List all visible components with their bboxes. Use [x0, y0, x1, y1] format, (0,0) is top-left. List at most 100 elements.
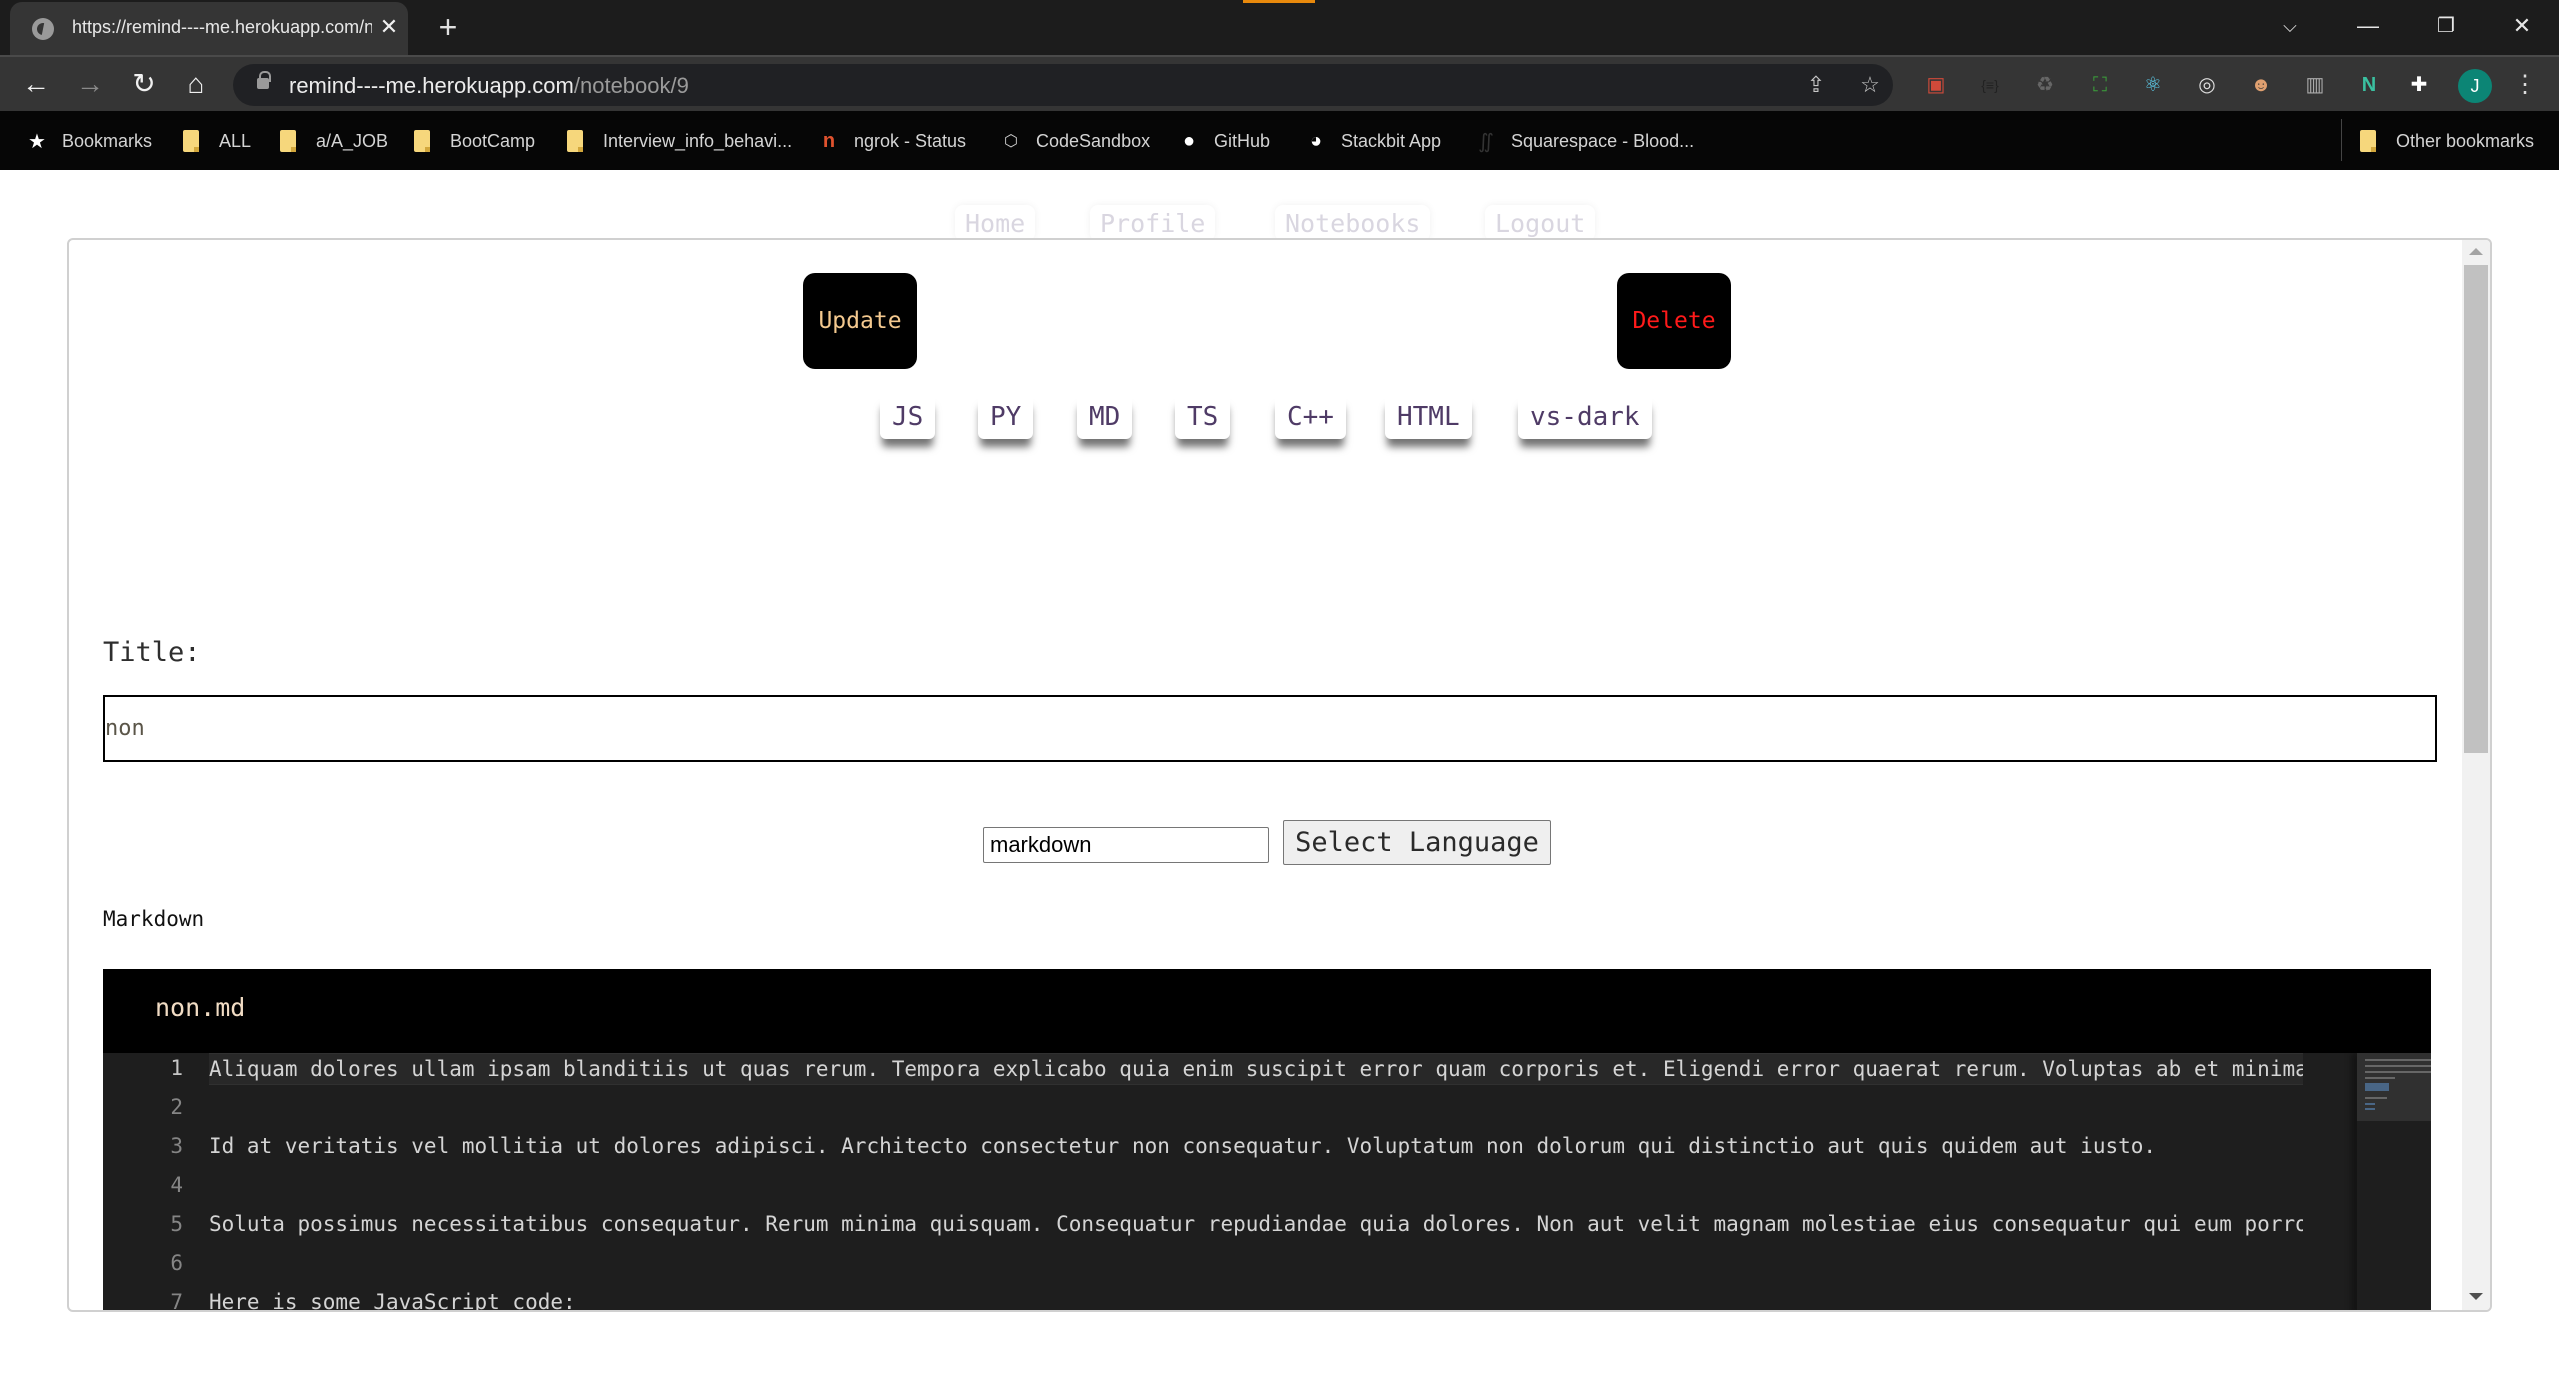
bookmark-label: GitHub: [1214, 130, 1271, 151]
minimap-line: [2365, 1065, 2431, 1067]
frame-scrollbar[interactable]: [2462, 240, 2490, 1310]
code-line[interactable]: 7 Here is some JavaScript code:: [103, 1287, 2303, 1312]
folder-icon: [2360, 130, 2376, 152]
code-line[interactable]: 2: [103, 1092, 2303, 1122]
title-input[interactable]: [103, 695, 2437, 762]
profile-avatar[interactable]: J: [2458, 69, 2492, 103]
browser-tab-strip: https://remind----me.herokuapp.com/noteb…: [0, 0, 2559, 55]
nav-link-logout[interactable]: Logout: [1485, 205, 1596, 241]
forward-button[interactable]: →: [70, 65, 110, 105]
bookmark-item[interactable]: ● GitHub: [1178, 129, 1270, 153]
extension-target-icon[interactable]: ◎: [2192, 70, 2222, 100]
line-number: 3: [170, 1134, 183, 1158]
browser-toolbar: ← → ↻ ⌂ remind----me.herokuapp.com/noteb…: [0, 55, 2559, 111]
back-button[interactable]: ←: [16, 65, 56, 105]
extension-chrome-apps-icon[interactable]: ▣: [1921, 70, 1951, 100]
bookmark-folder[interactable]: Interview_info_behavi...: [567, 129, 792, 153]
notebook-frame: Update Delete JS PY MD TS C++ HTML vs-da…: [67, 238, 2492, 1312]
extension-n-icon[interactable]: N: [2354, 70, 2384, 100]
editor-minimap[interactable]: [2357, 1053, 2431, 1310]
bookmark-label: ngrok - Status: [854, 130, 967, 151]
language-chip-md[interactable]: MD: [1077, 395, 1133, 439]
folder-icon: [414, 130, 430, 152]
language-chip-html[interactable]: HTML: [1385, 395, 1472, 439]
bookmark-item[interactable]: ◕ Stackbit App: [1305, 129, 1441, 153]
line-number: 4: [170, 1173, 183, 1197]
scrollbar-thumb[interactable]: [2464, 265, 2488, 753]
code-line[interactable]: 6: [103, 1248, 2303, 1278]
line-number: 2: [170, 1095, 183, 1119]
extension-react-icon[interactable]: ⚛: [2138, 70, 2168, 100]
bookmark-label: a/A_JOB: [316, 130, 389, 151]
code-line[interactable]: 5 Soluta possimus necessitatibus consequa…: [103, 1209, 2303, 1239]
bookmark-folder[interactable]: a/A_JOB: [280, 129, 388, 153]
theme-chip-vs-dark[interactable]: vs-dark: [1518, 395, 1652, 439]
extensions-puzzle-icon[interactable]: ✚: [2404, 70, 2434, 100]
bookmark-label: Interview_info_behavi...: [603, 130, 793, 151]
tab-search-icon[interactable]: ⌵: [2270, 8, 2310, 44]
codesandbox-icon: ⬡: [1004, 133, 1018, 150]
extension-barcode-icon[interactable]: ▥: [2300, 70, 2330, 100]
bookmark-item[interactable]: n ngrok - Status: [818, 129, 966, 153]
restore-button[interactable]: ❐: [2426, 8, 2466, 44]
extension-json-icon[interactable]: {≡}: [1975, 70, 2005, 100]
github-icon: ●: [1182, 129, 1196, 152]
scroll-up-arrow-icon[interactable]: [2469, 248, 2483, 255]
line-text: Here is some JavaScript code:: [209, 1290, 576, 1312]
language-chip-js[interactable]: JS: [880, 395, 936, 439]
code-line[interactable]: 1 Aliquam dolores ullam ipsam blanditiis …: [103, 1053, 2303, 1085]
bookmark-folder[interactable]: ALL: [183, 129, 251, 153]
code-line[interactable]: 4: [103, 1170, 2303, 1200]
nav-link-profile[interactable]: Profile: [1090, 205, 1216, 241]
folder-icon: [567, 130, 583, 152]
title-label: Title:: [103, 637, 201, 668]
url-text: remind----me.herokuapp.com/notebook/9: [289, 73, 689, 99]
delete-button[interactable]: Delete: [1617, 273, 1731, 369]
reload-button[interactable]: ↻: [124, 65, 164, 105]
bookmark-folder[interactable]: BootCamp: [414, 129, 535, 153]
bookmark-label: Other bookmarks: [2396, 130, 2535, 151]
bookmark-label: Bookmarks: [62, 130, 153, 151]
address-bar[interactable]: remind----me.herokuapp.com/notebook/9 ⇪ …: [233, 64, 1893, 106]
update-button[interactable]: Update: [803, 273, 917, 369]
extension-screenshot-icon[interactable]: ⛶: [2085, 70, 2115, 100]
star-icon: ★: [28, 130, 46, 153]
extension-avatar-icon[interactable]: ☻: [2246, 70, 2276, 100]
url-path: /notebook/9: [573, 73, 689, 98]
line-number: 1: [170, 1056, 183, 1080]
home-button[interactable]: ⌂: [176, 65, 216, 105]
extension-recycle-icon[interactable]: ♻: [2030, 70, 2060, 100]
code-line[interactable]: 3 Id at veritatis vel mollitia ut dolores…: [103, 1131, 2303, 1161]
bookmark-label: BootCamp: [450, 130, 536, 151]
bookmark-item[interactable]: ★ Bookmarks: [26, 129, 152, 153]
bookmark-item[interactable]: ⬡ CodeSandbox: [1000, 129, 1150, 153]
select-language-button[interactable]: Select Language: [1283, 820, 1551, 865]
minimap-line: [2365, 1103, 2375, 1105]
bookmark-label: Stackbit App: [1341, 130, 1442, 151]
language-chip-py[interactable]: PY: [978, 395, 1034, 439]
other-bookmarks-folder[interactable]: Other bookmarks: [2360, 129, 2534, 153]
browser-tab[interactable]: https://remind----me.herokuapp.com/noteb…: [10, 2, 408, 55]
bookmark-label: CodeSandbox: [1036, 130, 1151, 151]
editor-body[interactable]: 1 Aliquam dolores ullam ipsam blanditiis …: [103, 1053, 2431, 1312]
language-chip-ts[interactable]: TS: [1175, 395, 1231, 439]
bookmarks-divider: [2341, 119, 2342, 161]
minimap-line: [2365, 1097, 2387, 1099]
close-tab-icon[interactable]: ✕: [375, 13, 403, 41]
bookmark-item[interactable]: ∬ Squarespace - Blood...: [1475, 129, 1694, 153]
nav-link-home[interactable]: Home: [955, 205, 1036, 241]
site-nav: Home Profile Notebooks Logout: [0, 205, 2559, 241]
tab-title: https://remind----me.herokuapp.com/noteb…: [72, 17, 372, 37]
lock-icon[interactable]: [257, 71, 271, 89]
code-editor[interactable]: non.md 1 Aliquam dolores ullam ipsam blan…: [103, 969, 2431, 1312]
new-tab-button[interactable]: +: [430, 10, 466, 46]
language-input[interactable]: [983, 827, 1269, 863]
menu-kebab-icon[interactable]: ⋮: [2510, 70, 2540, 100]
scroll-down-arrow-icon[interactable]: [2469, 1293, 2483, 1300]
language-chip-cpp[interactable]: C++: [1275, 395, 1346, 439]
bookmark-star-icon[interactable]: ☆: [1856, 72, 1884, 100]
minimize-button[interactable]: —: [2348, 8, 2388, 44]
close-window-button[interactable]: ✕: [2502, 8, 2542, 44]
nav-link-notebooks[interactable]: Notebooks: [1275, 205, 1431, 241]
share-icon[interactable]: ⇪: [1802, 72, 1830, 100]
